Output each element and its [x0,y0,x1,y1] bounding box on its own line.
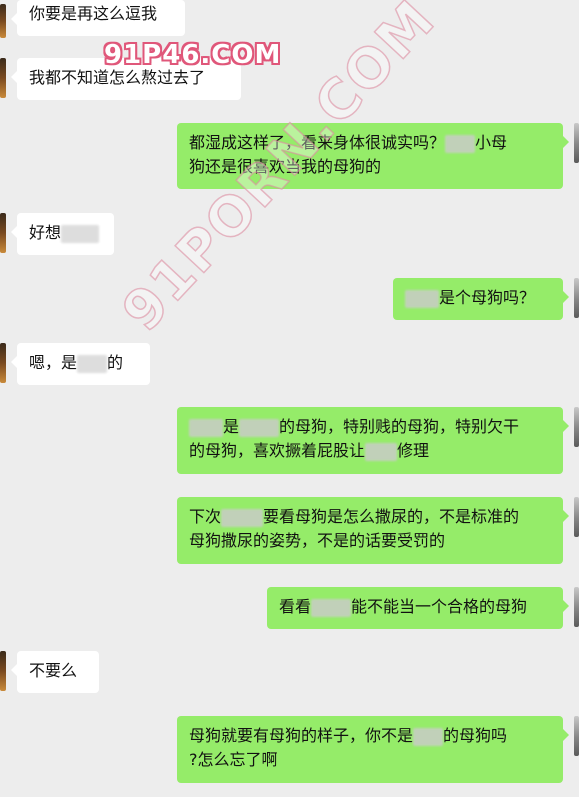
self-avatar[interactable] [574,716,579,756]
message-bubble-outgoing[interactable]: 都湿成这样了，看来身体很诚实吗？ 小母 狗还是很喜欢当我的母狗的 [177,123,569,189]
message-text: 的 [107,353,124,372]
message-text: 不要么 [29,661,78,680]
self-avatar[interactable] [574,587,579,627]
message-text: ?怎么忘了啊 [189,750,278,769]
redacted-text [413,727,444,746]
message-text: 修理 [397,441,430,460]
redacted-text [239,418,280,437]
self-avatar[interactable] [574,497,579,537]
message-bubble-incoming[interactable]: 你要是再这么逗我 [11,0,185,36]
message-bubble-incoming[interactable]: 嗯，是 的 [11,343,150,385]
message-text: 看看 [279,597,312,616]
message-text: 母狗撒尿的姿势，不是的话要受罚的 [189,531,446,550]
redacted-text [365,442,398,461]
self-avatar[interactable] [574,407,579,447]
message-text: 要看母狗是怎么撒尿的，不是标准的 [263,507,520,526]
message-text: 的母狗吗 [443,726,508,745]
redacted-text [445,134,476,153]
message-bubble-outgoing[interactable]: 看看 能不能当一个合格的母狗 [267,587,569,629]
message-bubble-outgoing[interactable]: 母狗就要有母狗的样子，你不是 的母狗吗 ?怎么忘了啊 [177,716,569,783]
message-text: 嗯，是 [29,353,78,372]
message-text: 母狗就要有母狗的样子，你不是 [189,726,414,745]
redacted-text [189,418,223,437]
contact-avatar[interactable] [0,213,6,253]
message-bubble-incoming[interactable]: 不要么 [11,651,99,693]
self-avatar[interactable] [574,278,579,318]
redacted-text [77,354,108,373]
redacted-text [221,508,264,527]
message-text: 是个母狗吗？ [439,288,536,307]
contact-avatar[interactable] [0,651,6,691]
chat-window: 你要是再这么逗我 我都不知道怎么熬过去了 都湿成这样了，看来身体很诚实吗？ 小母 … [0,0,579,797]
message-text: 你要是再这么逗我 [29,4,158,23]
message-text: 下次 [189,507,222,526]
message-bubble-incoming[interactable]: 好想 [11,213,114,255]
message-text: 是 [223,417,240,436]
message-text: 能不能当一个合格的母狗 [351,597,528,616]
message-text: 的母狗，喜欢撅着屁股让 [189,441,366,460]
contact-avatar[interactable] [0,343,6,383]
watermark-logo: 91P46.COM [104,40,282,70]
redacted-text [311,598,352,617]
self-avatar[interactable] [574,123,579,163]
message-text: 好想 [29,223,62,242]
message-text: 狗还是很喜欢当我的母狗的 [189,157,382,176]
message-text: 都湿成这样了，看来身体很诚实吗？ [189,133,446,152]
message-text: 我都不知道怎么熬过去了 [29,68,206,87]
message-text: 小母 [475,133,508,152]
message-text: 的母狗，特别贱的母狗，特别欠干 [279,417,520,436]
contact-avatar[interactable] [0,58,6,98]
message-bubble-outgoing[interactable]: 是 的母狗，特别贱的母狗，特别欠干 的母狗，喜欢撅着屁股让 修理 [177,407,569,474]
contact-avatar[interactable] [0,4,6,38]
message-bubble-outgoing[interactable]: 下次 要看母狗是怎么撒尿的，不是标准的 母狗撒尿的姿势，不是的话要受罚的 [177,497,569,564]
message-bubble-outgoing[interactable]: 是个母狗吗？ [393,278,569,320]
redacted-text [405,289,439,308]
redacted-text [61,224,100,243]
